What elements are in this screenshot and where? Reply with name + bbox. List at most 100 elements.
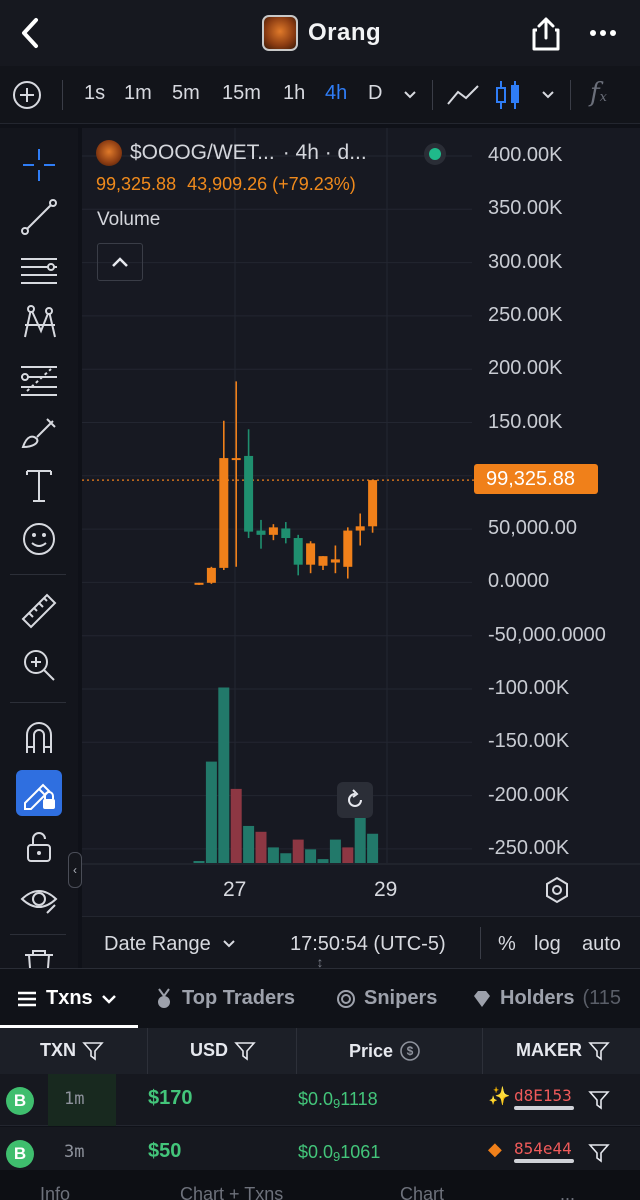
y-tick-label: 200.00K — [488, 357, 563, 380]
bottom-nav: Info Chart + Txns Chart ... — [0, 1170, 640, 1200]
filter-icon — [588, 1041, 610, 1061]
chart-type-chevron-icon[interactable] — [540, 89, 556, 101]
trash-tool[interactable] — [16, 946, 62, 968]
nav-chart[interactable]: Chart — [400, 1184, 444, 1200]
buy-badge: B — [6, 1087, 34, 1115]
col-maker[interactable]: MAKER — [516, 1040, 610, 1061]
row-maker[interactable]: 854e44 — [514, 1139, 572, 1158]
emoji-tool[interactable] — [16, 518, 62, 560]
zoom-in-tool[interactable] — [16, 644, 62, 686]
volume-bar — [193, 861, 205, 863]
collapse-legend-button[interactable] — [97, 243, 143, 281]
pattern-icon — [24, 305, 56, 338]
interval-1m[interactable]: 1m — [124, 82, 152, 105]
tab-txns-label: Txns — [46, 987, 93, 1009]
y-tick-label: -100.00K — [488, 677, 570, 699]
more-icon[interactable] — [588, 20, 618, 46]
col-txn[interactable]: TXN — [40, 1040, 104, 1061]
buy-badge: B — [6, 1140, 34, 1168]
reset-chart-button[interactable] — [337, 782, 373, 818]
share-icon[interactable] — [530, 16, 562, 52]
x-tick-29: 29 — [374, 878, 398, 901]
fib-tool[interactable] — [16, 358, 62, 400]
toolbar-divider — [432, 80, 433, 110]
chart-footer: Date Range 17:50:54 (UTC-5) % log auto — [82, 916, 640, 968]
unlock-tool[interactable] — [16, 826, 62, 868]
interval-d[interactable]: D — [368, 82, 382, 105]
date-range-button[interactable]: Date Range — [104, 933, 211, 956]
volume-bar — [267, 847, 279, 863]
interval-5m[interactable]: 5m — [172, 82, 200, 105]
header-bar: Orang — [0, 0, 640, 66]
chevron-up-icon — [112, 257, 128, 267]
row-age: 1m — [64, 1089, 85, 1109]
filter-maker-icon[interactable] — [588, 1143, 610, 1163]
y-tick-label: 50,000.00 — [488, 517, 577, 540]
row-price-digits: 1061 — [340, 1142, 381, 1162]
interval-4h[interactable]: 4h — [325, 82, 347, 105]
reset-icon — [348, 789, 362, 807]
token-avatar — [262, 15, 298, 51]
row-price: $0.091061 — [298, 1142, 380, 1164]
line-chart-icon[interactable] — [446, 84, 480, 106]
interval-1h[interactable]: 1h — [283, 82, 305, 105]
fx-icon[interactable]: fx — [590, 78, 620, 112]
trendline-tool[interactable] — [16, 196, 62, 238]
lock-drawing-icon — [24, 783, 55, 810]
back-icon[interactable] — [14, 14, 46, 52]
col-maker-label: MAKER — [516, 1040, 582, 1060]
chart-settings-icon[interactable] — [544, 876, 570, 904]
y-tick-label: -150.00K — [488, 730, 570, 753]
tab-txns[interactable]: Txns — [16, 987, 117, 1010]
row-usd: $170 — [148, 1087, 193, 1109]
text-tool[interactable] — [16, 464, 62, 506]
table-row[interactable]: B 1m $170 $0.091118 ✨ d8E153 — [0, 1074, 640, 1126]
col-divider — [482, 1028, 483, 1074]
volume-bar — [354, 816, 366, 863]
magnet-tool[interactable] — [16, 716, 62, 758]
nav-chart-txns[interactable]: Chart + Txns — [180, 1184, 283, 1200]
interval-15m[interactable]: 15m — [222, 82, 261, 105]
volume-bar — [329, 839, 341, 863]
volume-bar — [280, 853, 292, 863]
auto-toggle[interactable]: auto — [582, 933, 621, 956]
ruler-tool[interactable] — [16, 590, 62, 632]
lock-drawing-tool[interactable] — [16, 770, 62, 816]
last-price-label: 99,325.88 — [474, 464, 598, 494]
tool-divider — [10, 574, 66, 575]
candle-body — [318, 556, 328, 566]
brush-tool[interactable] — [16, 412, 62, 454]
visibility-tool[interactable] — [16, 878, 62, 920]
interval-1s[interactable]: 1s — [84, 82, 105, 105]
row-maker[interactable]: d8E153 — [514, 1086, 572, 1105]
legend-token-icon — [96, 140, 122, 166]
filter-icon — [234, 1041, 256, 1061]
percent-toggle[interactable]: % — [498, 933, 516, 956]
candle-body — [268, 527, 278, 535]
tab-holders[interactable]: Holders (115 — [472, 987, 621, 1010]
tab-snipers[interactable]: Snipers — [336, 987, 437, 1010]
pattern-tool[interactable] — [16, 302, 62, 344]
crosshair-tool[interactable] — [16, 144, 62, 186]
row-age: 3m — [64, 1142, 85, 1162]
row-price-prefix: $0.0 — [298, 1089, 334, 1109]
y-tick-label: 350.00K — [488, 197, 563, 220]
nav-more[interactable]: ... — [560, 1184, 575, 1200]
tab-top-traders[interactable]: Top Traders — [154, 987, 295, 1010]
candlestick-icon[interactable] — [494, 79, 522, 111]
filter-maker-icon[interactable] — [588, 1090, 610, 1110]
nav-info[interactable]: Info — [40, 1184, 70, 1200]
interval-more-chevron-icon[interactable] — [402, 89, 418, 101]
unlock-icon — [27, 832, 51, 862]
log-toggle[interactable]: log — [534, 933, 561, 956]
y-tick-label: 0.0000 — [488, 570, 550, 593]
candle-body — [281, 528, 291, 539]
plus-circle-icon[interactable] — [12, 80, 42, 110]
token-title: Orang — [262, 14, 381, 52]
y-tick-label: -250.00K — [488, 836, 570, 859]
horizontal-lines-tool[interactable] — [16, 250, 62, 292]
toolbar-collapse-handle[interactable]: ‹ — [68, 852, 82, 888]
col-usd[interactable]: USD — [190, 1040, 256, 1061]
col-price[interactable]: Price $ — [349, 1040, 421, 1062]
maker-fish-icon: ◆ — [488, 1139, 502, 1159]
